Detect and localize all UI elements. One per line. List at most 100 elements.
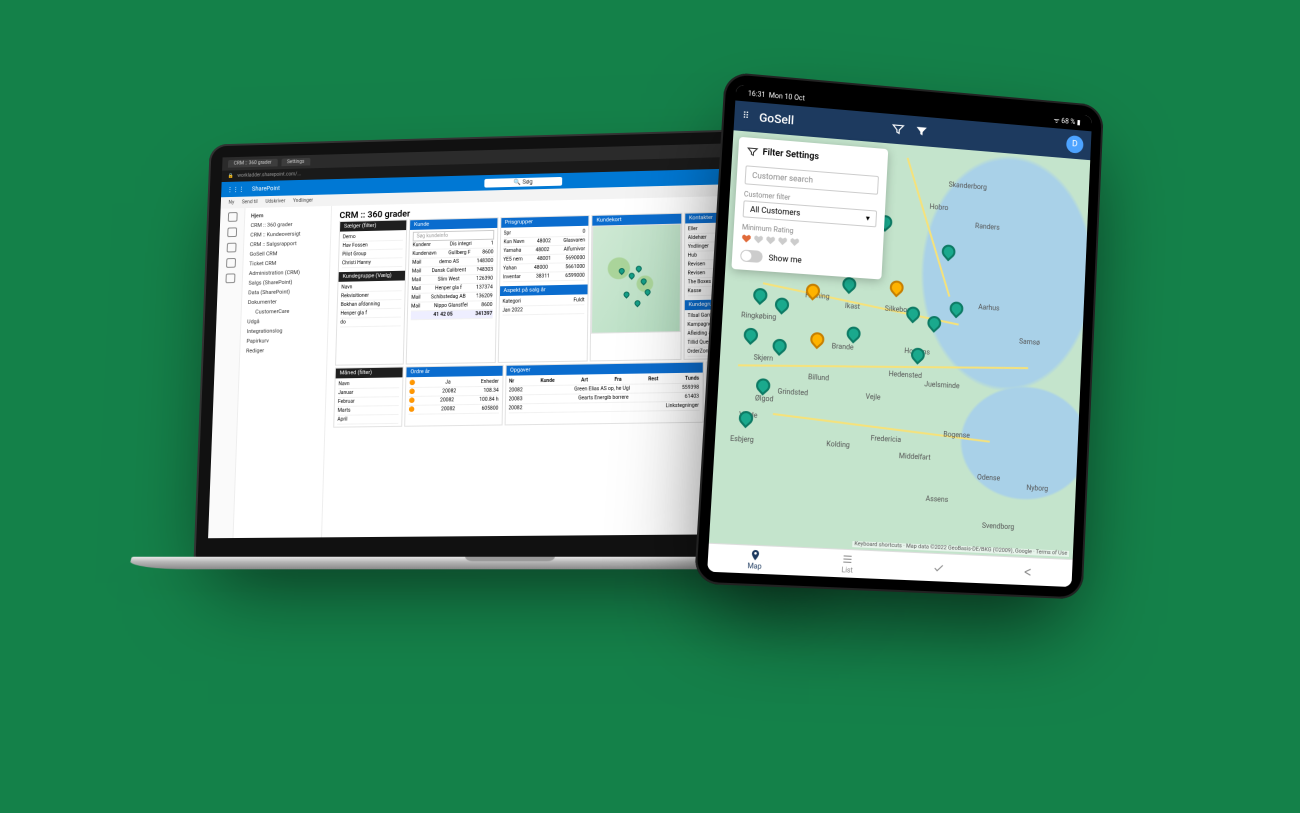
filter-outline-icon[interactable] (891, 122, 905, 137)
map-pin[interactable] (939, 242, 958, 261)
tablet-screen: 16:31 Mon 10 Oct ᯤ 68 % ▮ ⠿ GoSell D (707, 85, 1092, 587)
city-label: Kolding (826, 440, 850, 449)
city-label: Brande (832, 342, 854, 351)
filter-solid-icon[interactable] (915, 124, 929, 139)
toolbar-new[interactable]: Ny (228, 200, 234, 206)
app-grid-icon[interactable]: ⠿ (742, 111, 749, 121)
mini-map[interactable] (591, 224, 681, 334)
card-saelger: Sælger (filter) Demo Hav Fossen Pilot Gr… (335, 219, 407, 365)
user-avatar[interactable]: D (1066, 135, 1084, 154)
map-pin[interactable] (947, 298, 966, 318)
waffle-icon[interactable]: ⋮⋮⋮ (227, 186, 244, 193)
heart-icon[interactable] (789, 237, 800, 248)
chevron-down-icon: ▾ (866, 214, 870, 223)
nav-item[interactable]: Rediger (246, 345, 321, 356)
card-maaned: Måned (filter) Navn Januar Februar Marts… (333, 367, 403, 428)
table-total: 41 42 05341397 (411, 310, 493, 320)
map-pin[interactable] (844, 324, 864, 344)
wifi-icon: ᯤ (1053, 116, 1059, 124)
status-time: 16:31 (748, 90, 766, 99)
city-label: Billund (808, 373, 830, 382)
tablet-device: 16:31 Mon 10 Oct ᯤ 68 % ▮ ⠿ GoSell D (710, 85, 1100, 590)
heart-icon[interactable] (765, 235, 776, 246)
city-label: Vejle (865, 393, 880, 402)
map-pin[interactable] (807, 330, 827, 350)
city-label: Randers (975, 222, 1000, 232)
app-title: GoSell (759, 111, 882, 135)
rail-icon[interactable] (226, 243, 236, 253)
show-me-row: Show me (740, 249, 875, 271)
funnel-icon (746, 145, 759, 158)
city-label: Esbjerg (730, 435, 754, 444)
city-label: Ølgod (755, 395, 774, 404)
customer-search-input[interactable]: Customer search (745, 165, 879, 194)
card-ordre: Ordre år 🟠JaEnheder 🟠20082108.34 🟠200821… (404, 365, 503, 427)
city-label: Fredericia (870, 434, 901, 444)
list-item[interactable]: Christi Hanny (342, 258, 403, 268)
browser-tab[interactable]: Settings (281, 158, 310, 166)
city-label: Ringkøbing (741, 311, 777, 321)
city-label: Hedensted (888, 370, 922, 380)
rail-icon[interactable] (227, 212, 237, 222)
toolbar-send[interactable]: Send til (242, 199, 258, 205)
rail-icon[interactable] (227, 227, 237, 237)
map-pin-icon (749, 549, 762, 562)
laptop-hinge-notch (465, 557, 555, 562)
toolbar-fav[interactable]: Yndlinger (293, 198, 313, 204)
tablet-bezel: 16:31 Mon 10 Oct ᯤ 68 % ▮ ⠿ GoSell D (694, 72, 1104, 600)
card-kundekort: Kundekort (590, 213, 682, 362)
filter-panel-title: Filter Settings (746, 145, 880, 168)
tab-share[interactable] (983, 556, 1073, 587)
city-label: Aarhus (978, 303, 1000, 312)
map-pin[interactable] (770, 336, 790, 356)
check-icon (932, 561, 944, 574)
city-label: Middelfart (899, 452, 931, 462)
heart-icon[interactable] (753, 234, 764, 245)
tab-map[interactable]: Map (707, 544, 802, 576)
city-label: Grindsted (777, 388, 808, 398)
rail-icon[interactable] (226, 258, 236, 268)
table-row[interactable]: Inventar383116599000 (503, 272, 585, 283)
gosell-map-body: Skanderborg Randers Viborg Aarhus Horsen… (709, 130, 1090, 559)
map-pin[interactable] (887, 278, 906, 298)
city-label: Samsø (1019, 338, 1040, 347)
city-label: Svendborg (982, 522, 1015, 532)
lock-icon: 🔒 (227, 173, 233, 179)
show-me-toggle[interactable] (740, 249, 763, 263)
show-me-label: Show me (768, 253, 802, 264)
card-kunde: Kunde Søg kundeinfo KundenrDis integri1 … (406, 217, 498, 364)
browser-tab[interactable]: CRM :: 360 grader (228, 159, 278, 168)
list-item[interactable]: do (340, 318, 401, 328)
city-label: Skanderborg (948, 180, 987, 191)
rail-icon[interactable] (225, 273, 235, 283)
url-text: workladder.sharepoint.com/... (237, 171, 301, 178)
table-row[interactable]: 🟠20082605800 (408, 405, 498, 415)
city-label: Assens (925, 495, 948, 504)
toolbar-print[interactable]: Udskriver (265, 198, 285, 204)
status-date: Mon 10 Oct (769, 91, 805, 102)
city-label: Skjern (753, 353, 773, 362)
city-label: Nyborg (1026, 484, 1048, 493)
table-row[interactable]: Jan 2022 (502, 305, 584, 315)
battery-icon: ▮ (1077, 118, 1081, 126)
search-input[interactable]: 🔍 Søg (484, 176, 562, 187)
tab-check[interactable] (892, 552, 984, 583)
heart-icon[interactable] (777, 236, 788, 247)
city-label: Odense (977, 473, 1000, 482)
share-icon (1022, 565, 1034, 578)
filter-panel: Filter Settings Customer search Customer… (731, 137, 888, 280)
tab-list[interactable]: List (801, 548, 894, 580)
map-pin[interactable] (772, 295, 792, 315)
heart-icon[interactable] (741, 233, 752, 244)
list-item[interactable]: April (337, 415, 398, 425)
city-label: Bogense (943, 430, 970, 439)
sharepoint-brand: SharePoint (252, 185, 280, 192)
city-label: Juelsminde (924, 380, 960, 390)
city-label: Ikast (845, 302, 860, 311)
map-pin[interactable] (753, 376, 773, 396)
map-pin[interactable] (751, 285, 771, 305)
table-row[interactable]: 20082Linkstegninger (508, 402, 699, 414)
map-pin[interactable] (741, 325, 761, 345)
card-opgaver: Opgaver NrKundeArtFraRestTunds 20082Gree… (504, 362, 703, 426)
card-prisgrupper: Prisgrupper Spr0 Kun Navn48002Glasvaren … (497, 215, 589, 363)
